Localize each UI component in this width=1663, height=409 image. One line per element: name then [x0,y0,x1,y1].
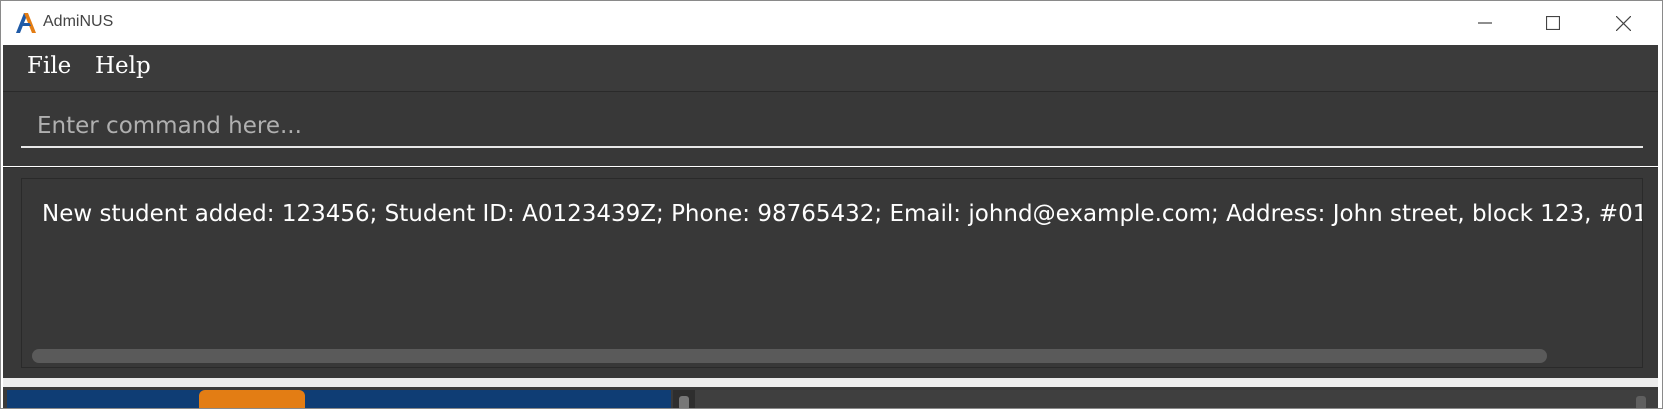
menu-file[interactable]: File [27,53,71,79]
result-message: New student added: 123456; Student ID: A… [42,201,1643,227]
minimize-icon [1478,22,1492,24]
result-display: New student added: 123456; Student ID: A… [21,178,1643,368]
window-title: AdmiNUS [43,13,114,30]
student-list-panel[interactable] [7,390,671,408]
title-bar[interactable]: AdmiNUS [1,1,1662,45]
maximize-button[interactable] [1519,1,1587,45]
close-icon [1615,15,1631,31]
bottom-panels [3,387,1658,408]
result-display-panel: New student added: 123456; Student ID: A… [3,167,1658,378]
scrollbar-thumb[interactable] [32,349,1547,363]
close-button[interactable] [1589,1,1657,45]
maximize-icon [1546,16,1560,30]
adminus-logo-icon [16,13,36,33]
menu-bar: File Help [3,45,1658,92]
horizontal-scrollbar[interactable] [32,349,1632,363]
detail-panel [695,390,1658,408]
menu-help[interactable]: Help [95,53,151,79]
minimize-button[interactable] [1451,1,1519,45]
list-scrollbar-thumb[interactable] [679,396,689,408]
app-window: AdmiNUS File Help New student added: 123… [0,0,1663,409]
command-input[interactable] [21,106,1643,148]
command-box-panel [3,92,1658,166]
panel-divider[interactable] [3,378,1658,387]
detail-scrollbar-thumb[interactable] [1636,396,1646,408]
selected-tab-indicator[interactable] [199,390,305,408]
split-pane-divider[interactable] [673,390,695,408]
